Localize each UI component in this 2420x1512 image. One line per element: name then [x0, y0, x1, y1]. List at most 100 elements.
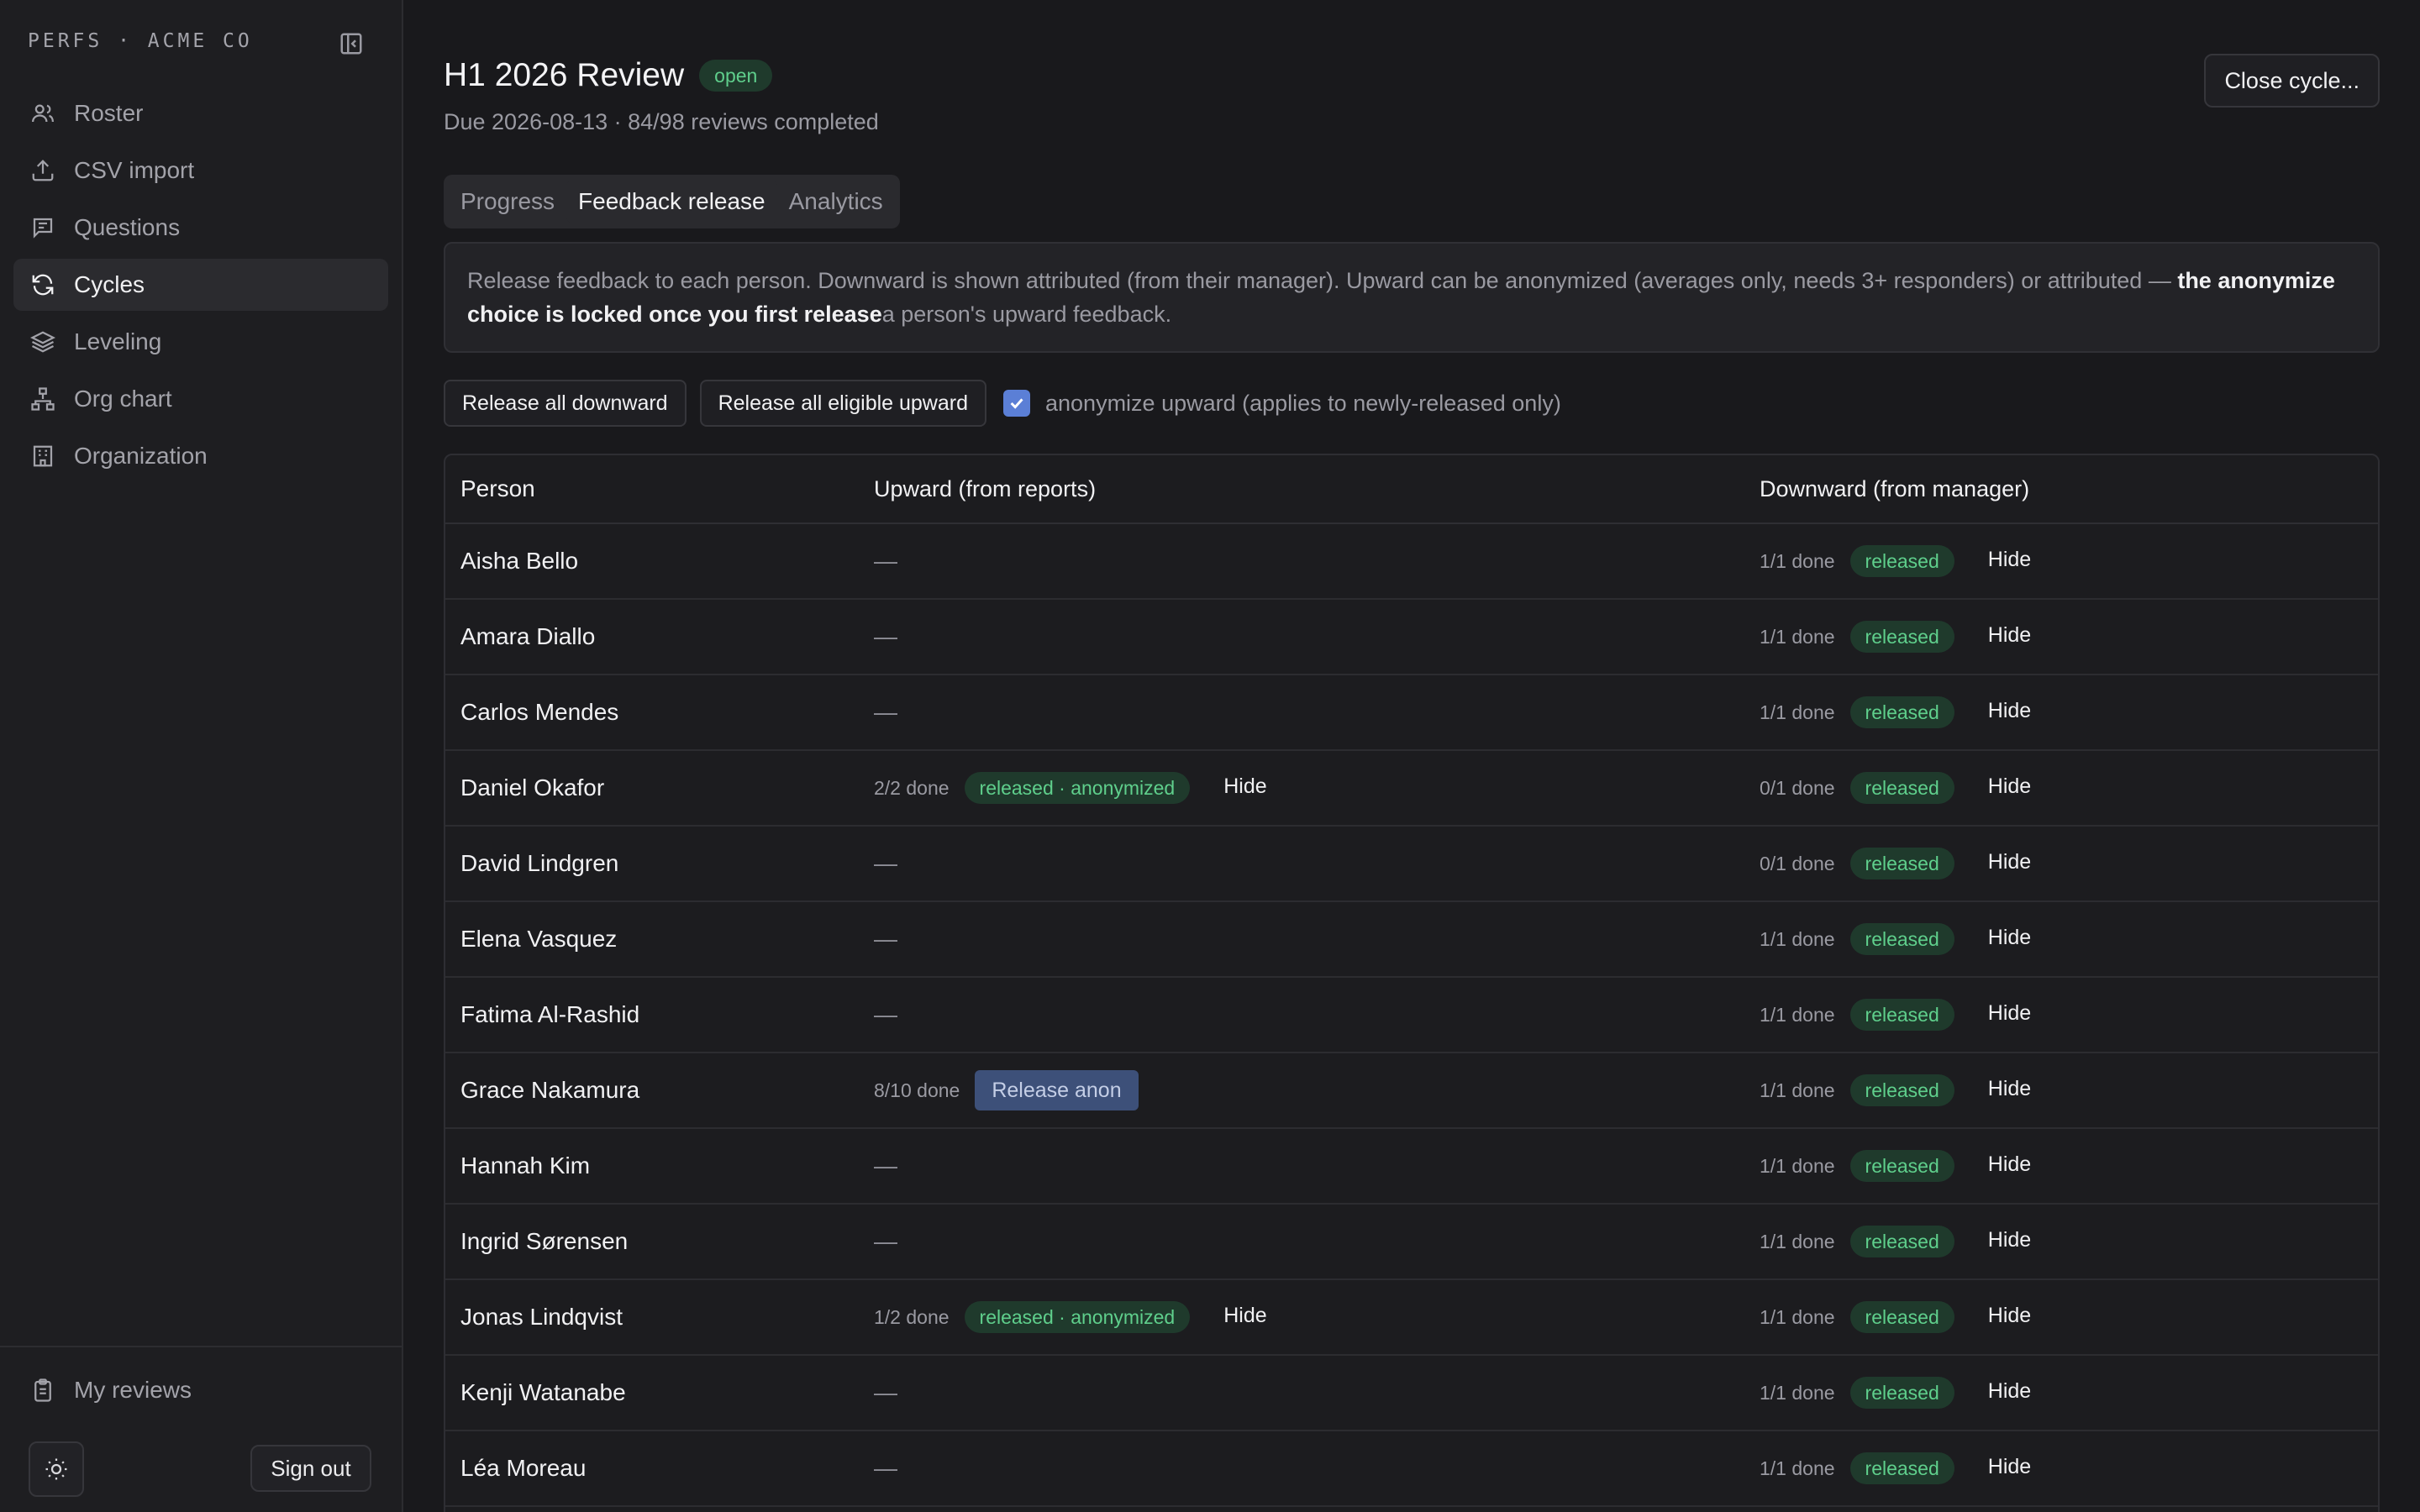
- downward-cell: 1/1 done released Hide: [1760, 923, 2031, 955]
- sidebar-item-label: Roster: [74, 100, 144, 126]
- downward-cell: 1/1 done released Hide: [1760, 696, 2031, 728]
- hide-downward-button[interactable]: Hide: [1988, 1455, 2031, 1479]
- upward-cell: —: [874, 623, 897, 650]
- sidebar-item-leveling[interactable]: Leveling: [13, 316, 388, 368]
- upward-status-badge: released · anonymized: [964, 1301, 1191, 1333]
- downward-done-count: 1/1 done: [1760, 1230, 1835, 1252]
- hide-downward-button[interactable]: Hide: [1988, 699, 2031, 723]
- tab-progress[interactable]: Progress: [449, 180, 566, 223]
- upward-cell: 2/2 done released · anonymized Hide: [874, 772, 1267, 804]
- sidebar-item-roster[interactable]: Roster: [13, 87, 388, 139]
- upload-icon: [29, 156, 57, 185]
- table-row: Aisha Bello — 1/1 done released Hide: [445, 524, 2378, 600]
- close-cycle-button[interactable]: Close cycle...: [2204, 54, 2380, 108]
- sun-icon: [45, 1458, 67, 1480]
- empty-value: —: [874, 1001, 897, 1027]
- tab-analytics[interactable]: Analytics: [777, 180, 895, 223]
- column-header-downward: Downward (from manager): [1760, 475, 2030, 501]
- downward-done-count: 1/1 done: [1760, 625, 1835, 648]
- empty-value: —: [874, 1152, 897, 1179]
- empty-value: —: [874, 850, 897, 876]
- release-anon-button[interactable]: Release anon: [975, 1070, 1139, 1110]
- table-row: Hannah Kim — 1/1 done released Hide: [445, 1129, 2378, 1205]
- table-row: David Lindgren — 0/1 done released Hide: [445, 827, 2378, 902]
- upward-status-badge: released · anonymized: [964, 772, 1191, 804]
- empty-value: —: [874, 1379, 897, 1405]
- table-row: Elena Vasquez — 1/1 done released Hide: [445, 902, 2378, 978]
- upward-cell: 8/10 done Release anon: [874, 1070, 1139, 1110]
- sidebar-item-organization[interactable]: Organization: [13, 430, 388, 482]
- sidebar-item-label: Organization: [74, 443, 208, 469]
- theme-toggle-button[interactable]: [29, 1441, 84, 1497]
- sidebar-item-org-chart[interactable]: Org chart: [13, 373, 388, 425]
- clipboard-icon: [29, 1376, 57, 1404]
- table-row: Amara Diallo — 1/1 done released Hide: [445, 600, 2378, 675]
- hide-upward-button[interactable]: Hide: [1223, 1304, 1266, 1328]
- layers-icon: [29, 328, 57, 356]
- hide-downward-button[interactable]: Hide: [1988, 1379, 2031, 1404]
- hide-downward-button[interactable]: Hide: [1988, 1077, 2031, 1101]
- hide-downward-button[interactable]: Hide: [1988, 548, 2031, 572]
- table-row: Jonas Lindqvist 1/2 done released · anon…: [445, 1280, 2378, 1356]
- sign-out-button[interactable]: Sign out: [250, 1445, 371, 1492]
- release-all-upward-button[interactable]: Release all eligible upward: [699, 380, 986, 427]
- downward-done-count: 1/1 done: [1760, 1154, 1835, 1177]
- sidebar-item-csv-import[interactable]: CSV import: [13, 144, 388, 197]
- person-name: Carlos Mendes: [460, 699, 619, 725]
- person-name: Daniel Okafor: [460, 774, 605, 801]
- downward-done-count: 1/1 done: [1760, 701, 1835, 723]
- collapse-sidebar-icon[interactable]: [336, 29, 366, 59]
- info-text: Release feedback to each person. Downwar…: [467, 268, 2178, 293]
- hide-downward-button[interactable]: Hide: [1988, 850, 2031, 874]
- sidebar-item-questions[interactable]: Questions: [13, 202, 388, 254]
- check-icon: [1010, 398, 1023, 409]
- tab-feedback-release[interactable]: Feedback release: [566, 180, 777, 223]
- sidebar-item-label: Cycles: [74, 271, 145, 297]
- downward-cell: 1/1 done released Hide: [1760, 1377, 2031, 1409]
- anonymize-toggle[interactable]: anonymize upward (applies to newly-relea…: [1003, 390, 1561, 417]
- empty-value: —: [874, 699, 897, 725]
- table-body: Aisha Bello — 1/1 done released Hide Ama…: [445, 524, 2378, 1507]
- upward-cell: —: [874, 1152, 897, 1179]
- upward-cell: 1/2 done released · anonymized Hide: [874, 1301, 1267, 1333]
- table-row: Léa Moreau — 1/1 done released Hide: [445, 1431, 2378, 1507]
- person-name: Grace Nakamura: [460, 1077, 640, 1103]
- hide-downward-button[interactable]: Hide: [1988, 926, 2031, 950]
- hide-downward-button[interactable]: Hide: [1988, 1304, 2031, 1328]
- downward-cell: 1/1 done released Hide: [1760, 545, 2031, 577]
- downward-done-count: 1/1 done: [1760, 1381, 1835, 1404]
- table-header: Person Upward (from reports) Downward (f…: [445, 455, 2378, 524]
- downward-cell: 1/1 done released Hide: [1760, 1150, 2031, 1182]
- hide-downward-button[interactable]: Hide: [1988, 1152, 2031, 1177]
- users-icon: [29, 99, 57, 128]
- anonymize-checkbox[interactable]: [1003, 390, 1030, 417]
- hide-downward-button[interactable]: Hide: [1988, 623, 2031, 648]
- status-badge: open: [699, 60, 773, 92]
- downward-status-badge: released: [1849, 772, 1954, 804]
- title-row: H1 2026 Review open: [444, 57, 773, 94]
- sidebar-item-label: Questions: [74, 214, 181, 240]
- table-row: Fatima Al-Rashid — 1/1 done released Hid…: [445, 978, 2378, 1053]
- person-name: Ingrid Sørensen: [460, 1228, 629, 1254]
- downward-cell: 1/1 done released Hide: [1760, 1301, 2031, 1333]
- sidebar-item-cycles[interactable]: Cycles: [13, 259, 388, 311]
- org-chart-icon: [29, 385, 57, 413]
- downward-status-badge: released: [1849, 696, 1954, 728]
- hide-downward-button[interactable]: Hide: [1988, 1001, 2031, 1026]
- release-all-downward-button[interactable]: Release all downward: [444, 380, 687, 427]
- feedback-table: Person Upward (from reports) Downward (f…: [444, 454, 2380, 1512]
- hide-upward-button[interactable]: Hide: [1223, 774, 1266, 799]
- downward-cell: 1/1 done released Hide: [1760, 1074, 2031, 1106]
- hide-downward-button[interactable]: Hide: [1988, 1228, 2031, 1252]
- upward-cell: —: [874, 1379, 897, 1406]
- tab-bar: Progress Feedback release Analytics: [444, 175, 900, 228]
- hide-downward-button[interactable]: Hide: [1988, 774, 2031, 799]
- empty-value: —: [874, 623, 897, 649]
- empty-value: —: [874, 548, 897, 574]
- upward-cell: —: [874, 1228, 897, 1255]
- page-title: H1 2026 Review: [444, 57, 685, 93]
- sidebar-item-label: Org chart: [74, 386, 172, 412]
- sidebar-item-my-reviews[interactable]: My reviews: [13, 1364, 388, 1416]
- downward-done-count: 1/1 done: [1760, 549, 1835, 572]
- downward-status-badge: released: [1849, 1150, 1954, 1182]
